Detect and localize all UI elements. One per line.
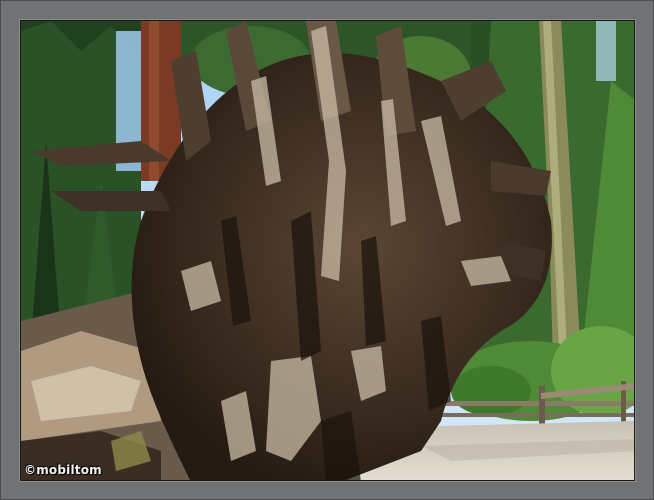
photo-illustration xyxy=(21,21,634,480)
sky-gap xyxy=(596,21,616,81)
photo-frame: ©mobiltom xyxy=(0,0,654,500)
watermark: ©mobiltom xyxy=(24,463,102,477)
fallen-tree-photo xyxy=(20,20,635,481)
